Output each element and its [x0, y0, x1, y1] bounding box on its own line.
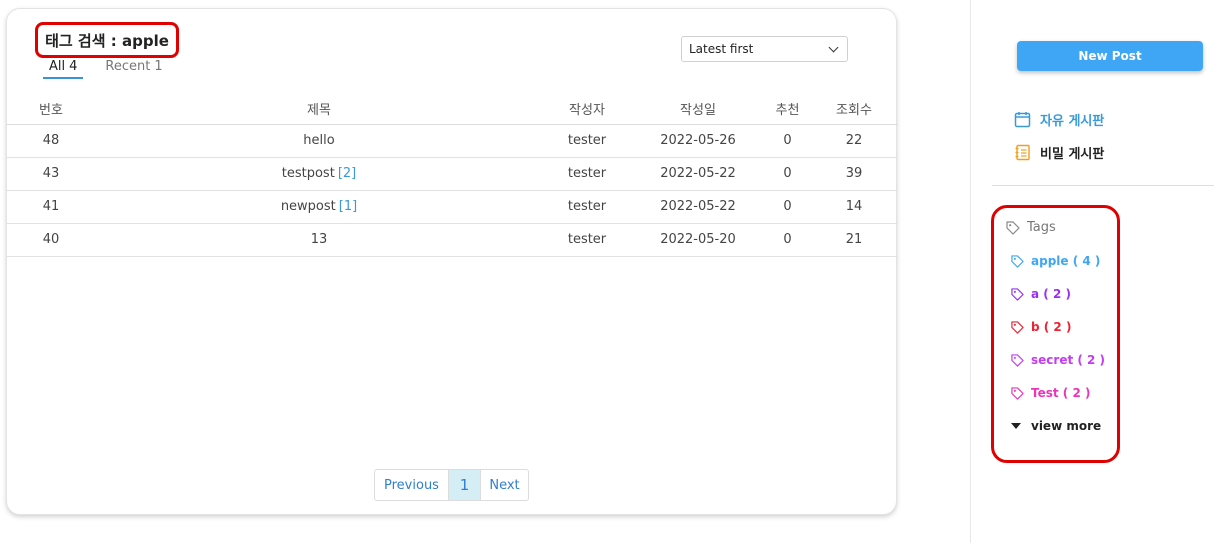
- tab-all[interactable]: All 4: [43, 59, 84, 79]
- tag-label: b ( 2 ): [1031, 320, 1072, 334]
- table-row[interactable]: 40 13 tester 2022-05-20 0 21: [7, 223, 898, 257]
- tag-link-b[interactable]: b ( 2 ): [1011, 320, 1071, 334]
- sort-select[interactable]: Latest first: [681, 36, 848, 62]
- post-title-cell: newpost [1]: [95, 190, 543, 224]
- sidebar-divider: [992, 185, 1214, 186]
- tab-recent-count: 1: [154, 59, 163, 74]
- post-view-count: 21: [810, 223, 898, 257]
- view-more-label: view more: [1031, 419, 1102, 433]
- posts-table: 번호 제목 작성자 작성일 추천 조회수 48 hello tester 202…: [7, 93, 898, 257]
- tags-heading-label: Tags: [1027, 220, 1056, 235]
- table-row[interactable]: 43 testpost [2] tester 2022-05-22 0 39: [7, 157, 898, 191]
- post-number: 41: [7, 190, 95, 224]
- page-number-button[interactable]: 1: [449, 470, 481, 500]
- post-recommend-count: 0: [765, 157, 810, 191]
- sort-selected-value: Latest first: [689, 42, 754, 56]
- post-title-cell: 13: [95, 223, 543, 257]
- tab-all-count: 4: [69, 59, 78, 74]
- column-header-author[interactable]: 작성자: [543, 93, 631, 125]
- post-date: 2022-05-26: [631, 124, 765, 158]
- post-view-count: 14: [810, 190, 898, 224]
- post-author: tester: [543, 190, 631, 224]
- tag-link-test[interactable]: Test ( 2 ): [1011, 386, 1090, 400]
- comment-count: [2]: [337, 166, 357, 181]
- board-link-free[interactable]: 자유 게시판: [1014, 110, 1104, 129]
- tag-label: Test ( 2 ): [1031, 386, 1091, 400]
- caret-down-icon: [1011, 423, 1021, 429]
- tag-label: a ( 2 ): [1031, 287, 1071, 301]
- search-title-box: 태그 검색 : apple: [35, 22, 179, 58]
- tag-icon: [1011, 287, 1024, 301]
- board-label: 비밀 게시판: [1040, 147, 1105, 162]
- comment-count: [1]: [338, 199, 358, 214]
- post-title-link[interactable]: 13: [311, 232, 328, 247]
- post-title-cell: hello: [95, 124, 543, 158]
- tags-heading: Tags: [1006, 220, 1056, 235]
- table-header-row: 번호 제목 작성자 작성일 추천 조회수: [7, 93, 898, 125]
- post-recommend-count: 0: [765, 190, 810, 224]
- tags-panel: Tags apple ( 4 ) a ( 2 ) b (2) secret …: [991, 205, 1120, 463]
- post-author: tester: [543, 157, 631, 191]
- column-header-recommend[interactable]: 추천: [765, 93, 810, 125]
- tab-bar: All 4 Recent 1: [43, 59, 185, 79]
- view-more-button[interactable]: view more: [1011, 419, 1101, 433]
- tag-label: secret ( 2 ): [1031, 353, 1106, 367]
- post-recommend-count: 0: [765, 124, 810, 158]
- column-header-date[interactable]: 작성일: [631, 93, 765, 125]
- calendar-icon: [1014, 112, 1031, 128]
- notebook-icon: [1015, 144, 1030, 161]
- page: 태그 검색 : apple All 4 Recent 1 Latest first …: [0, 0, 1230, 543]
- post-title-link[interactable]: hello: [303, 133, 334, 148]
- post-number: 43: [7, 157, 95, 191]
- post-title-link[interactable]: testpost: [282, 166, 335, 181]
- tab-recent[interactable]: Recent 1: [99, 59, 168, 79]
- post-date: 2022-05-22: [631, 190, 765, 224]
- table-row[interactable]: 41 newpost [1] tester 2022-05-22 0 14: [7, 190, 898, 224]
- post-view-count: 39: [810, 157, 898, 191]
- post-list-card: 태그 검색 : apple All 4 Recent 1 Latest first …: [6, 8, 898, 515]
- tag-icon: [1006, 220, 1020, 235]
- page-title: 태그 검색 : apple: [45, 31, 169, 50]
- post-date: 2022-05-20: [631, 223, 765, 257]
- sidebar: New Post 자유 게시판 비밀 게시판 Tags apple (4) …: [970, 0, 1230, 543]
- column-header-title[interactable]: 제목: [95, 93, 543, 125]
- tag-label: apple ( 4 ): [1031, 254, 1101, 268]
- new-post-button[interactable]: New Post: [1017, 41, 1203, 71]
- tab-all-label: All: [49, 59, 66, 74]
- chevron-down-icon: [828, 42, 839, 53]
- tag-icon: [1011, 386, 1024, 400]
- tag-link-apple[interactable]: apple ( 4 ): [1011, 254, 1100, 268]
- column-header-number[interactable]: 번호: [7, 93, 95, 125]
- next-page-button[interactable]: Next: [481, 470, 528, 500]
- tag-link-a[interactable]: a ( 2 ): [1011, 287, 1071, 301]
- post-recommend-count: 0: [765, 223, 810, 257]
- column-header-views[interactable]: 조회수: [810, 93, 898, 125]
- pagination: Previous 1 Next: [374, 469, 529, 501]
- tab-recent-label: Recent: [105, 59, 151, 74]
- tag-link-secret[interactable]: secret ( 2 ): [1011, 353, 1105, 367]
- post-author: tester: [543, 124, 631, 158]
- table-row[interactable]: 48 hello tester 2022-05-26 0 22: [7, 124, 898, 158]
- post-number: 48: [7, 124, 95, 158]
- tag-icon: [1011, 320, 1024, 334]
- board-label: 자유 게시판: [1040, 114, 1105, 129]
- post-title-link[interactable]: newpost: [281, 199, 336, 214]
- board-link-secret[interactable]: 비밀 게시판: [1014, 143, 1104, 162]
- post-title-cell: testpost [2]: [95, 157, 543, 191]
- previous-page-button[interactable]: Previous: [375, 470, 449, 500]
- post-author: tester: [543, 223, 631, 257]
- post-date: 2022-05-22: [631, 157, 765, 191]
- post-number: 40: [7, 223, 95, 257]
- tag-icon: [1011, 254, 1024, 268]
- tag-icon: [1011, 353, 1024, 367]
- post-view-count: 22: [810, 124, 898, 158]
